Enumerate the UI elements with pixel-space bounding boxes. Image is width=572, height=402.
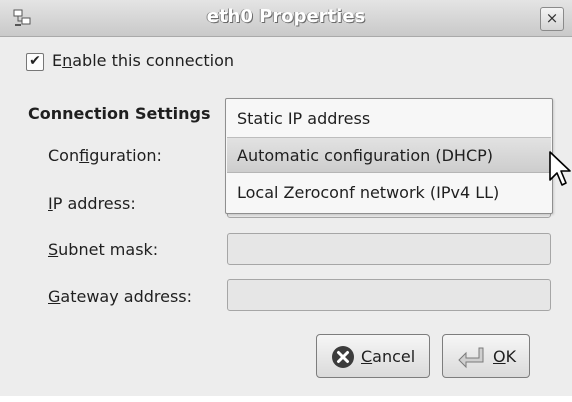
configuration-dropdown-menu[interactable]: Static IP address Automatic configuratio… (225, 98, 553, 214)
dropdown-option-static-ip[interactable]: Static IP address (227, 101, 551, 137)
configuration-label: Configuration: (48, 146, 162, 165)
subnet-mask-label: Subnet mask: (48, 240, 159, 259)
subnet-mask-field[interactable] (227, 233, 551, 265)
title-bar: eth0 Properties × (0, 0, 572, 37)
gateway-address-label: Gateway address: (48, 287, 193, 306)
dropdown-option-dhcp[interactable]: Automatic configuration (DHCP) (227, 137, 551, 173)
cancel-button[interactable]: Cancel (316, 334, 430, 378)
close-icon: × (545, 9, 559, 27)
enable-connection-label[interactable]: Enable this connection (52, 51, 234, 70)
ok-icon (458, 347, 484, 369)
ok-button[interactable]: OK (442, 334, 530, 378)
close-button[interactable]: × (540, 7, 564, 31)
dropdown-option-zeroconf[interactable]: Local Zeroconf network (IPv4 LL) (227, 175, 551, 211)
properties-dialog: eth0 Properties × ✔ Enable this connecti… (0, 0, 572, 396)
window-title: eth0 Properties (206, 6, 366, 27)
checkmark-icon: ✔ (29, 53, 41, 69)
enable-connection-checkbox[interactable]: ✔ (26, 53, 44, 71)
cancel-icon (332, 346, 354, 368)
gateway-address-field[interactable] (227, 279, 551, 311)
cancel-button-label: Cancel (361, 347, 416, 366)
ip-address-label: IP address: (48, 194, 136, 213)
mouse-pointer-icon (549, 151, 571, 186)
connection-settings-heading: Connection Settings (28, 104, 211, 123)
ok-button-label: OK (493, 347, 517, 366)
